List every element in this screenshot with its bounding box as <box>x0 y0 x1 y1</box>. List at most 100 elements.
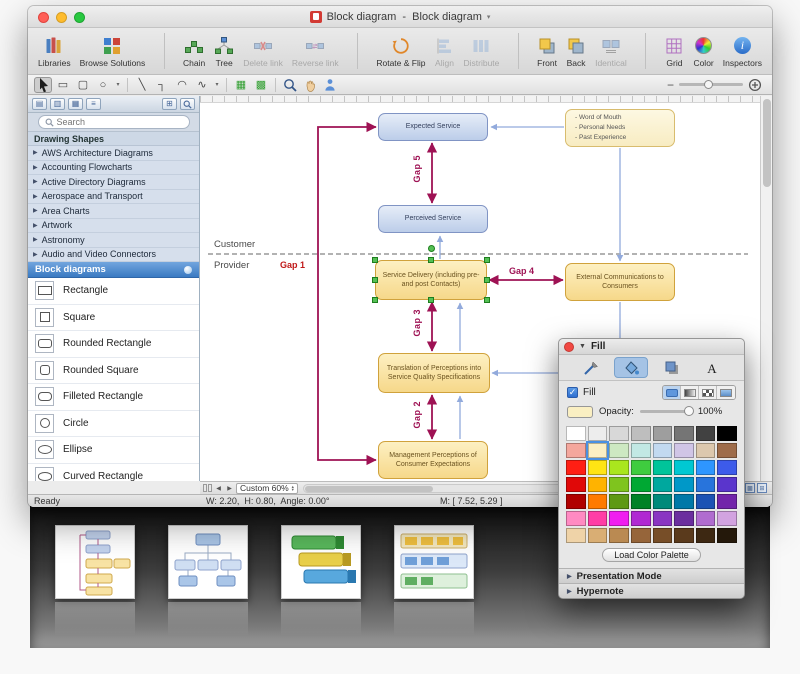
color-swatch[interactable] <box>717 511 737 526</box>
color-swatch[interactable] <box>696 443 716 458</box>
color-swatch[interactable] <box>696 494 716 509</box>
rectangle-tool-button[interactable]: ▭ <box>54 77 72 93</box>
color-swatch[interactable] <box>588 494 608 509</box>
selection-handle[interactable] <box>372 257 378 263</box>
document-thumbnail[interactable] <box>281 525 361 599</box>
color-swatch[interactable] <box>653 511 673 526</box>
color-swatch[interactable] <box>588 460 608 475</box>
color-swatch[interactable] <box>566 528 586 543</box>
vertical-scrollbar[interactable] <box>760 96 772 481</box>
gap4-label[interactable]: Gap 4 <box>509 266 534 276</box>
inspector-close-button[interactable] <box>564 342 574 352</box>
line-tool-button[interactable]: ╲ <box>133 77 151 93</box>
snap-grid-button[interactable]: ▦ <box>232 77 250 93</box>
minimize-button[interactable] <box>56 12 67 23</box>
front-button[interactable]: Front <box>537 34 557 68</box>
color-swatch[interactable] <box>609 426 629 441</box>
color-swatch[interactable] <box>717 443 737 458</box>
color-swatch[interactable] <box>609 511 629 526</box>
close-button[interactable] <box>38 12 49 23</box>
zoom-tool-button[interactable] <box>281 77 299 93</box>
chevron-down-icon[interactable]: ▾ <box>487 13 491 21</box>
color-swatch[interactable] <box>717 460 737 475</box>
category-item[interactable]: ▶Audio and Video Connectors <box>28 248 199 263</box>
next-page-button[interactable]: ▶ <box>225 483 234 493</box>
color-swatch[interactable] <box>674 528 694 543</box>
gap1-label[interactable]: Gap 1 <box>280 260 305 270</box>
rotate-flip-button[interactable]: Rotate & Flip <box>376 34 425 68</box>
node-influences[interactable]: - Word of Mouth - Personal Needs - Past … <box>565 109 675 147</box>
color-swatch[interactable] <box>696 460 716 475</box>
opacity-slider[interactable] <box>640 410 692 413</box>
delete-link-button[interactable]: Delete link <box>243 34 283 68</box>
fill-type-gradient-button[interactable] <box>681 386 699 399</box>
section-hypernote[interactable]: ▶ Hypernote <box>559 583 744 598</box>
gap3-label[interactable]: Gap 3 <box>412 309 422 337</box>
color-swatch[interactable] <box>566 494 586 509</box>
color-swatch[interactable] <box>653 460 673 475</box>
color-button[interactable]: Color <box>693 34 713 68</box>
view-mode-grid-icon[interactable]: ▩ <box>745 483 755 493</box>
identical-button[interactable]: Identical <box>595 34 627 68</box>
node-perceived-service[interactable]: Perceived Service <box>378 205 488 233</box>
snap-glue-button[interactable]: ▩ <box>252 77 270 93</box>
fill-type-pattern-button[interactable] <box>699 386 717 399</box>
color-swatch[interactable] <box>696 528 716 543</box>
shape-item[interactable]: Rounded Rectangle <box>28 331 199 358</box>
select-tool-button[interactable] <box>34 77 52 93</box>
chain-button[interactable]: Chain <box>183 34 205 68</box>
page-split-button[interactable] <box>203 483 212 493</box>
color-swatch[interactable] <box>674 426 694 441</box>
back-button[interactable]: Back <box>566 34 586 68</box>
node-external-communications[interactable]: External Communications to Consumers <box>565 263 675 301</box>
shape-item[interactable]: Filleted Rectangle <box>28 384 199 411</box>
color-swatch[interactable] <box>653 426 673 441</box>
tree-button[interactable]: Tree <box>214 34 234 68</box>
search-field[interactable] <box>38 115 190 129</box>
align-button[interactable]: Align <box>434 34 454 68</box>
color-swatch[interactable] <box>674 511 694 526</box>
shape-item[interactable]: Curved Rectangle <box>28 464 199 482</box>
category-item[interactable]: ▶Aerospace and Transport <box>28 190 199 205</box>
gap1-arrow[interactable] <box>318 127 376 460</box>
tab-line[interactable] <box>574 357 608 378</box>
color-swatch[interactable] <box>631 511 651 526</box>
color-swatch[interactable] <box>653 528 673 543</box>
reverse-link-button[interactable]: Reverse link <box>292 34 339 68</box>
pan-tool-button[interactable] <box>301 77 319 93</box>
zoom-in-button[interactable] <box>748 78 762 92</box>
current-color-well[interactable] <box>567 406 593 418</box>
shape-tools-dropdown[interactable]: ▾ <box>114 77 122 93</box>
libraries-button[interactable]: Libraries <box>38 34 71 68</box>
category-item[interactable]: ▶Active Directory Diagrams <box>28 175 199 190</box>
document-thumbnail[interactable] <box>168 525 248 599</box>
color-swatch[interactable] <box>609 460 629 475</box>
inspector-title-bar[interactable]: ▼ Fill <box>559 339 744 355</box>
zoom-button[interactable] <box>74 12 85 23</box>
color-swatch[interactable] <box>588 528 608 543</box>
distribute-button[interactable]: Distribute <box>463 34 499 68</box>
zoom-slider[interactable] <box>679 83 743 86</box>
arc-tool-button[interactable]: ◠ <box>173 77 191 93</box>
node-translation[interactable]: Translation of Perceptions into Service … <box>378 353 490 393</box>
inspectors-button[interactable]: i Inspectors <box>723 34 762 68</box>
library-view-grid-button[interactable]: ▦ <box>68 98 83 110</box>
fill-checkbox[interactable]: ✓ <box>567 387 578 398</box>
selection-handle[interactable] <box>484 257 490 263</box>
color-swatch[interactable] <box>588 426 608 441</box>
color-swatch[interactable] <box>631 477 651 492</box>
connector-tool-button[interactable]: ┐ <box>153 77 171 93</box>
library-view-icons-button[interactable]: ▤ <box>32 98 47 110</box>
color-swatch[interactable] <box>674 460 694 475</box>
opacity-slider-thumb[interactable] <box>684 406 694 416</box>
category-item[interactable]: ▶Area Charts <box>28 204 199 219</box>
vertical-scrollbar-thumb[interactable] <box>763 99 771 187</box>
color-swatch[interactable] <box>717 477 737 492</box>
presentation-tool-button[interactable] <box>321 77 339 93</box>
node-service-delivery[interactable]: Service Delivery (including pre- and pos… <box>375 260 487 300</box>
color-swatch[interactable] <box>696 477 716 492</box>
color-swatch[interactable] <box>696 511 716 526</box>
color-swatch[interactable] <box>609 443 629 458</box>
color-swatch[interactable] <box>631 494 651 509</box>
library-view-list-button[interactable]: ▥ <box>50 98 65 110</box>
